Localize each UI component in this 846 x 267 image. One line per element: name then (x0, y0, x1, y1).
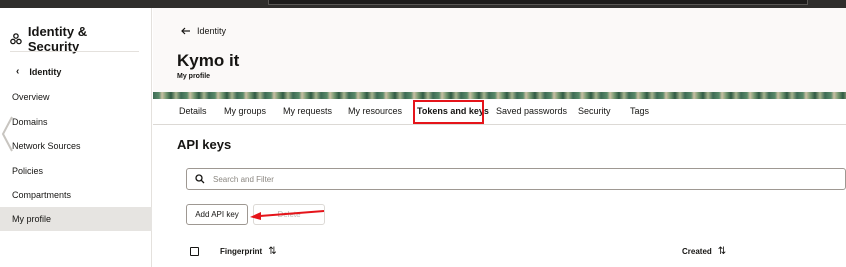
tab-my-requests[interactable]: My requests (283, 99, 332, 125)
sort-icon[interactable]: ⇅ (268, 246, 276, 257)
breadcrumb-back[interactable]: Identity (181, 26, 226, 36)
global-search-bar[interactable] (268, 0, 808, 5)
sidebar-item-domains[interactable]: Domains (0, 110, 152, 134)
breadcrumb-label: Identity (197, 26, 227, 36)
sidebar-title: Identity & Security (10, 24, 141, 54)
page-header: Identity Kymo it My profile (153, 8, 846, 96)
sort-icon[interactable]: ⇅ (718, 246, 726, 257)
tab-highlight-annotation (413, 100, 484, 124)
search-input[interactable] (213, 174, 813, 184)
sidebar-item-compartments[interactable]: Compartments (0, 183, 152, 207)
column-fingerprint[interactable]: Fingerprint ⇅ (220, 246, 277, 257)
add-api-key-button[interactable]: Add API key (186, 204, 248, 225)
sidebar-item-my-profile[interactable]: My profile (0, 207, 152, 231)
red-arrow-annotation (250, 210, 325, 220)
tab-saved-passwords[interactable]: Saved passwords (496, 99, 567, 125)
sidebar-item-network-sources[interactable]: Network Sources (0, 134, 152, 158)
column-fingerprint-label: Fingerprint (220, 247, 263, 256)
search-filter-box[interactable] (186, 168, 846, 190)
select-all-checkbox[interactable] (190, 247, 199, 256)
table-header: Fingerprint ⇅ Created ⇅ (181, 241, 846, 267)
page-subtitle: My profile (177, 73, 211, 80)
chevron-left-icon: ‹ (16, 66, 20, 77)
decorative-banner (153, 92, 846, 99)
sidebar-item-policies[interactable]: Policies (0, 159, 152, 183)
sidebar-divider (10, 51, 139, 52)
collapse-sidebar-icon[interactable] (0, 114, 14, 154)
tab-bar: Details My groups My requests My resourc… (153, 99, 846, 125)
identity-security-icon (10, 33, 22, 45)
sidebar-item-overview[interactable]: Overview (0, 85, 152, 109)
sidebar-back-label: Identity (29, 66, 62, 77)
tab-my-groups[interactable]: My groups (224, 99, 266, 125)
column-created[interactable]: Created ⇅ (682, 246, 726, 257)
page-title: Kymo it (177, 51, 240, 70)
tab-my-resources[interactable]: My resources (348, 99, 402, 125)
arrow-left-icon (181, 27, 190, 35)
sidebar-title-text: Identity & Security (27, 24, 88, 54)
search-icon (195, 174, 205, 184)
sidebar-back-identity[interactable]: ‹ Identity (16, 66, 61, 77)
column-created-label: Created (682, 247, 712, 256)
tab-security[interactable]: Security (578, 99, 611, 125)
sidebar: Identity & Security ‹ Identity Overview … (0, 8, 152, 267)
tab-details[interactable]: Details (179, 99, 207, 125)
main-content: Identity Kymo it My profile Details My g… (153, 8, 846, 267)
tab-tags[interactable]: Tags (630, 99, 649, 125)
section-title: API keys (177, 137, 232, 152)
top-bar (0, 0, 846, 8)
